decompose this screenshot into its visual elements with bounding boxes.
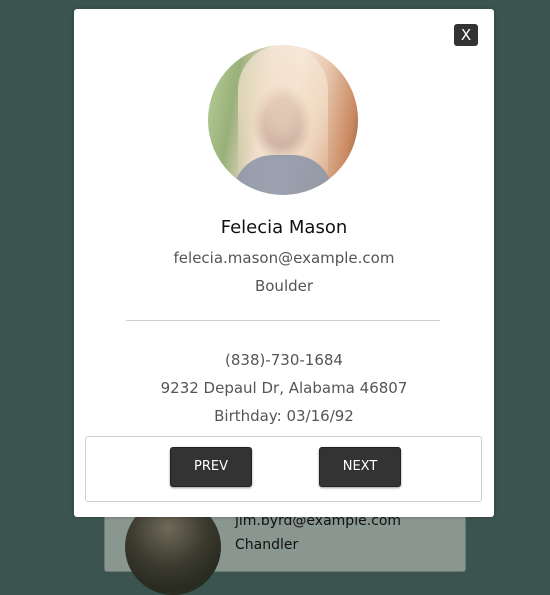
background-city: Chandler bbox=[235, 537, 299, 553]
navigation-bar: PREV NEXT bbox=[85, 436, 482, 502]
avatar bbox=[208, 45, 358, 195]
close-button[interactable]: X bbox=[454, 24, 478, 46]
employee-name: Felecia Mason bbox=[220, 217, 348, 238]
employee-birthday: Birthday: 03/16/92 bbox=[214, 407, 354, 425]
next-button[interactable]: NEXT bbox=[319, 447, 401, 487]
employee-phone: (838)-730-1684 bbox=[225, 351, 343, 369]
employee-city: Boulder bbox=[254, 277, 314, 295]
divider bbox=[126, 320, 440, 321]
employee-email: felecia.mason@example.com bbox=[173, 249, 395, 267]
employee-address: 9232 Depaul Dr, Alabama 46807 bbox=[160, 379, 408, 397]
prev-button[interactable]: PREV bbox=[170, 447, 252, 487]
employee-detail-modal: X Felecia Mason felecia.mason@example.co… bbox=[74, 9, 494, 517]
